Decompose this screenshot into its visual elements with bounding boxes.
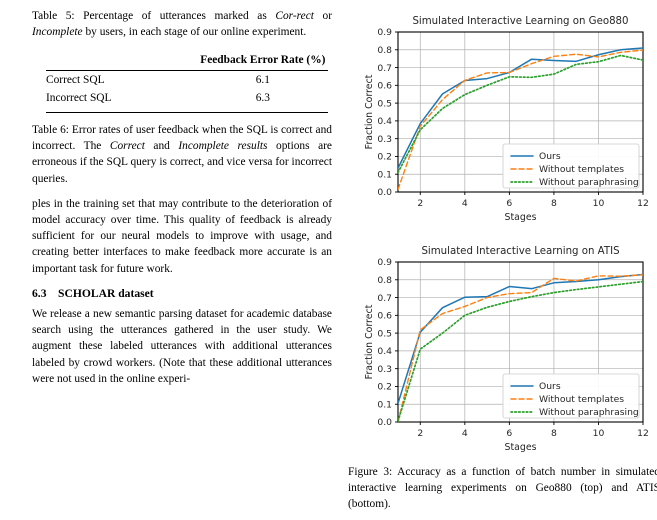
svg-text:10: 10	[593, 428, 605, 439]
svg-text:0.6: 0.6	[377, 311, 392, 322]
table-header-feedback-error-rate: Feedback Error Rate (%)	[200, 54, 326, 67]
body-paragraph-continued: ples in the training set that may contri…	[32, 197, 332, 275]
section-title: SCHOLAR dataset	[58, 286, 154, 300]
svg-text:2: 2	[417, 428, 423, 439]
figure3-caption: Figure 3: Accuracy as a function of batc…	[348, 466, 657, 511]
table6-caption-mid: and	[144, 140, 179, 153]
svg-text:0.3: 0.3	[377, 364, 392, 375]
svg-text:Without templates: Without templates	[539, 394, 624, 405]
svg-text:0.3: 0.3	[377, 134, 392, 145]
svg-text:Stages: Stages	[505, 442, 537, 453]
svg-text:8: 8	[551, 428, 557, 439]
svg-text:Without paraphrasing: Without paraphrasing	[539, 407, 639, 418]
section-body-paragraph: We release a new semantic parsing datase…	[32, 308, 332, 385]
svg-text:2: 2	[417, 198, 423, 209]
svg-text:8: 8	[551, 198, 557, 209]
svg-text:0.5: 0.5	[377, 98, 392, 109]
table-bottom-rule-left	[46, 107, 198, 113]
column-gap	[32, 187, 332, 196]
svg-text:0.0: 0.0	[377, 187, 392, 198]
table5-caption-mid: or	[313, 10, 333, 22]
paper-page: Table 5: Percentage of utterances marked…	[0, 0, 657, 520]
table-header-row: Feedback Error Rate (%)	[46, 51, 328, 70]
svg-text:0.7: 0.7	[377, 63, 392, 74]
svg-text:Fraction Correct: Fraction Correct	[364, 74, 375, 149]
svg-text:4: 4	[462, 198, 468, 209]
svg-text:0.5: 0.5	[377, 328, 392, 339]
svg-text:Without templates: Without templates	[539, 164, 624, 175]
svg-text:0.4: 0.4	[377, 116, 392, 127]
table5-caption: Table 5: Percentage of utterances marked…	[32, 8, 332, 40]
svg-text:0.4: 0.4	[377, 346, 392, 357]
svg-text:6: 6	[506, 428, 512, 439]
svg-text:0.1: 0.1	[377, 399, 392, 410]
svg-text:0.2: 0.2	[377, 152, 392, 163]
svg-text:0.1: 0.1	[377, 169, 392, 180]
table-bottom-rule	[46, 107, 328, 113]
svg-text:0.2: 0.2	[377, 382, 392, 393]
section-heading-scholar-dataset: 6.3 SCHOLAR dataset	[32, 286, 332, 302]
svg-text:0.6: 0.6	[377, 81, 392, 92]
table-header-blank	[46, 51, 198, 70]
svg-text:0.8: 0.8	[377, 45, 392, 56]
svg-text:0.8: 0.8	[377, 275, 392, 286]
table-cell-label-incorrect-sql: Incorrect SQL	[46, 91, 112, 104]
svg-text:12: 12	[637, 428, 649, 439]
svg-text:Ours: Ours	[539, 151, 561, 162]
svg-text:Stages: Stages	[505, 212, 537, 223]
table-cell-value-incorrect-sql: 6.3	[255, 91, 270, 104]
table5-caption-lead: Table 5: Percentage of utterances marked…	[32, 10, 276, 22]
table6-caption-italic-incomplete-results: Incomplete results	[178, 140, 268, 153]
svg-text:0.0: 0.0	[377, 417, 392, 428]
table-cell-label-correct-sql: Correct SQL	[46, 69, 198, 89]
chart-geo880-svg: Simulated Interactive Learning on Geo880…	[364, 16, 649, 223]
svg-text:6: 6	[506, 198, 512, 209]
section-number: 6.3	[32, 286, 47, 300]
svg-text:12: 12	[637, 198, 649, 209]
table5-caption-tail: by users, in each stage of our online ex…	[82, 26, 307, 39]
svg-text:0.9: 0.9	[377, 257, 392, 268]
svg-text:0.7: 0.7	[377, 293, 392, 304]
svg-text:0.9: 0.9	[377, 27, 392, 38]
table5-caption-italic-incomplete: Incomplete	[32, 26, 83, 39]
svg-text:Simulated Interactive Learning: Simulated Interactive Learning on ATIS	[421, 246, 619, 257]
right-column: Simulated Interactive Learning on Geo880…	[340, 6, 657, 510]
svg-text:Simulated Interactive Learning: Simulated Interactive Learning on Geo880	[412, 16, 628, 27]
table-row: Correct SQL 6.1	[46, 69, 328, 89]
svg-text:10: 10	[593, 198, 605, 209]
svg-text:Fraction Correct: Fraction Correct	[364, 304, 375, 379]
table5-caption-italic-correct: Cor-rect	[275, 10, 314, 22]
chart-geo880: Simulated Interactive Learning on Geo880…	[354, 6, 656, 230]
table-bottom-rule-right	[197, 107, 328, 113]
table6-caption-italic-correct: Correct	[109, 140, 145, 153]
chart-atis-svg: Simulated Interactive Learning on ATIS 0.…	[364, 246, 649, 453]
svg-text:Ours: Ours	[539, 381, 561, 392]
svg-text:Without paraphrasing: Without paraphrasing	[539, 177, 639, 188]
table6-caption: Table 6: Error rates of user feedback wh…	[32, 122, 332, 187]
left-column: Table 5: Percentage of utterances marked…	[32, 8, 332, 387]
table-cell-value-correct-sql: 6.1	[197, 69, 328, 89]
feedback-error-rate-table: Feedback Error Rate (%) Correct SQL 6.1 …	[46, 51, 328, 113]
table-row: Incorrect SQL 6.3	[46, 89, 328, 107]
chart-atis: Simulated Interactive Learning on ATIS 0.…	[354, 236, 656, 460]
svg-text:4: 4	[462, 428, 468, 439]
